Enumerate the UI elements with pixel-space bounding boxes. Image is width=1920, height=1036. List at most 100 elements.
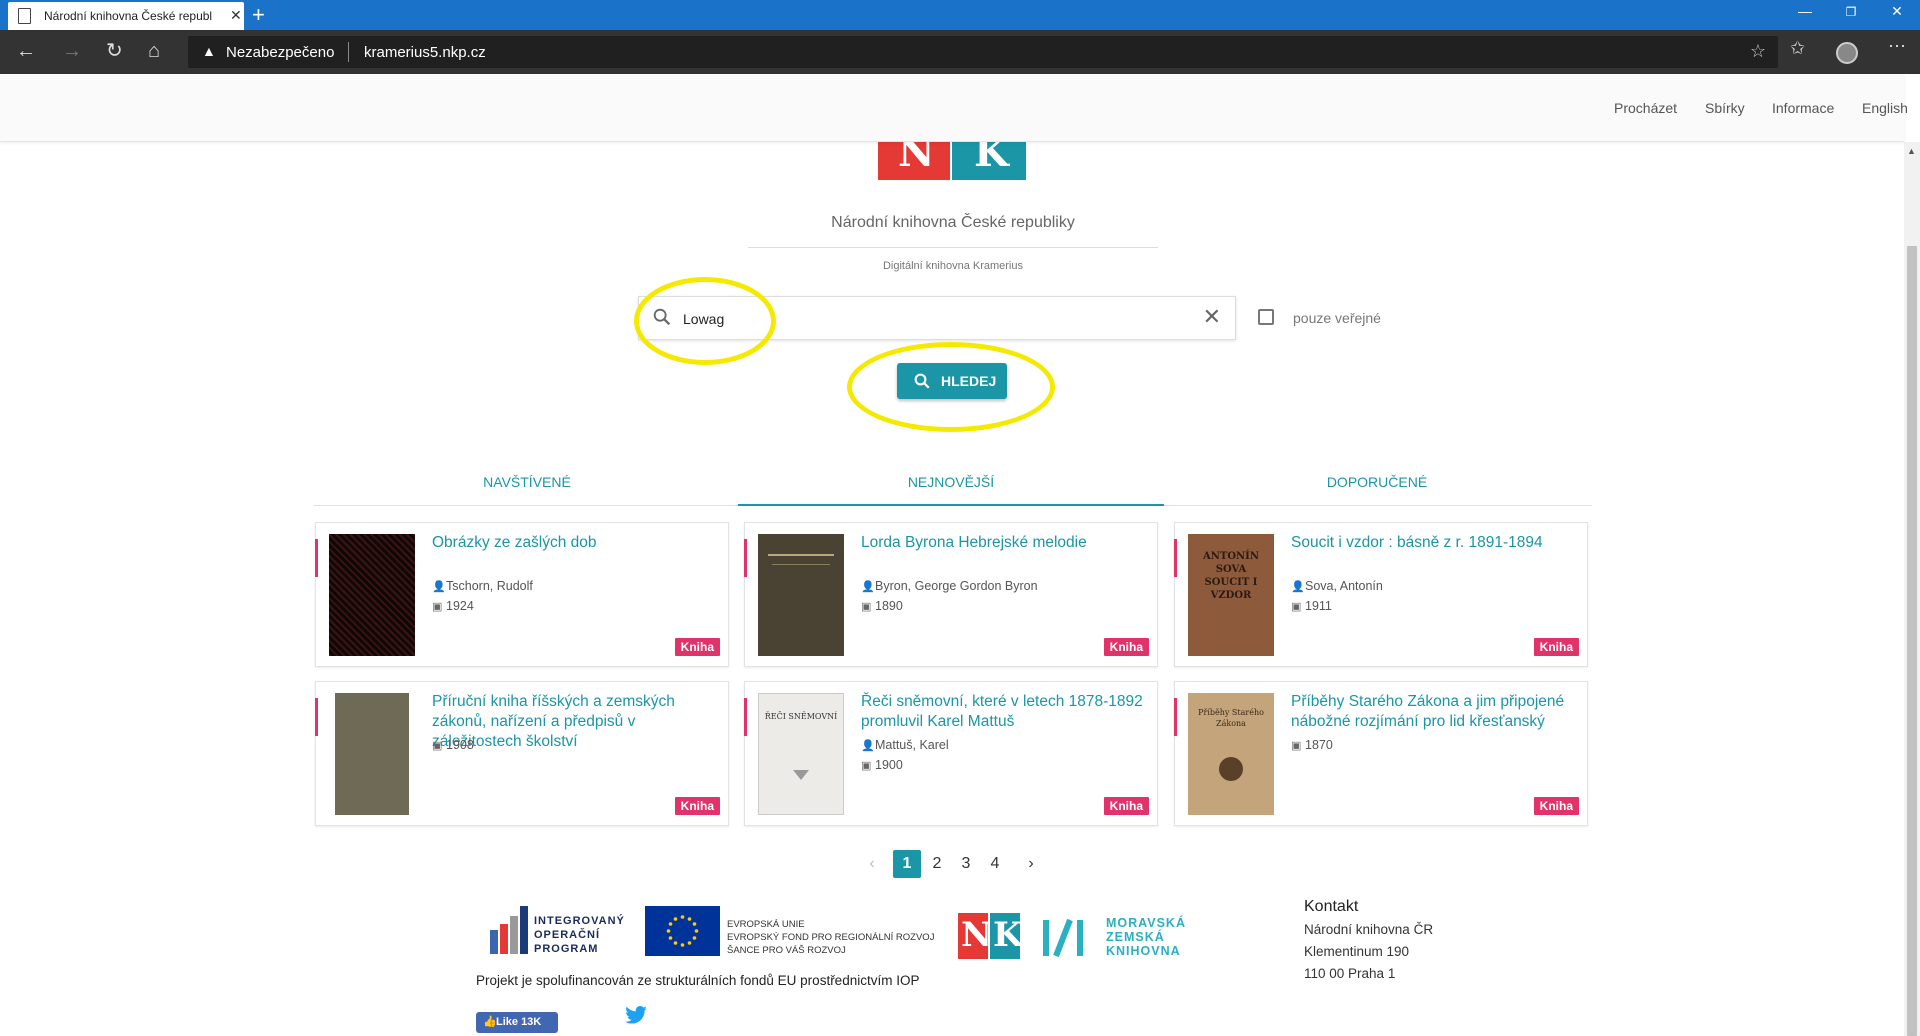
search-input[interactable] xyxy=(683,309,1183,329)
page-1[interactable]: 1 xyxy=(893,850,921,878)
book-year: ▣ 1911 xyxy=(1291,599,1332,613)
iop-logo-icon xyxy=(490,906,530,954)
book-type-badge: Kniha xyxy=(1533,638,1579,656)
cover-text: Příběhy Starého Zákona xyxy=(1198,708,1264,728)
book-cover[interactable]: ŘEČI SNĚMOVNÍ xyxy=(758,693,844,815)
calendar-icon: ▣ xyxy=(432,601,443,613)
year-text: 1900 xyxy=(875,758,903,772)
next-page-icon[interactable]: › xyxy=(1017,850,1045,878)
calendar-icon: ▣ xyxy=(1291,740,1302,752)
book-type-badge: Kniha xyxy=(1103,797,1149,815)
book-card[interactable]: Obrázky ze zašlých dob 👤Tschorn, Rudolf … xyxy=(315,522,729,667)
url-text[interactable]: kramerius5.nkp.cz xyxy=(364,44,486,61)
book-title[interactable]: Příběhy Starého Zákona a jim připojené n… xyxy=(1291,692,1581,732)
close-tab-icon[interactable]: ✕ xyxy=(230,7,242,24)
search-button[interactable]: HLEDEJ xyxy=(897,363,1007,399)
page-4[interactable]: 4 xyxy=(981,850,1009,878)
nav-informace[interactable]: Informace xyxy=(1772,100,1834,116)
search-icon xyxy=(651,306,673,333)
book-cover[interactable] xyxy=(335,693,409,815)
restore-icon[interactable]: ❐ xyxy=(1828,5,1874,19)
scrollbar-thumb[interactable] xyxy=(1907,246,1917,1036)
public-only-label[interactable]: pouze veřejné xyxy=(1293,310,1381,326)
contact-line: Klementinum 190 xyxy=(1304,944,1410,959)
close-window-icon[interactable]: ✕ xyxy=(1874,3,1920,20)
book-year: ▣ 1900 xyxy=(861,758,903,772)
card-accent xyxy=(1174,698,1177,736)
nav-sbirky[interactable]: Sbírky xyxy=(1705,100,1745,116)
facebook-like-label: Like 13K xyxy=(496,1016,542,1028)
book-title[interactable]: Obrázky ze zašlých dob xyxy=(432,533,722,553)
security-label: Nezabezpečeno xyxy=(226,44,335,61)
author-text: Tschorn, Rudolf xyxy=(446,579,533,593)
book-year: ▣ 1890 xyxy=(861,599,903,613)
profile-avatar[interactable] xyxy=(1836,42,1858,64)
book-author: 👤Tschorn, Rudolf xyxy=(432,579,533,593)
browser-tab[interactable]: Národní knihovna České republ ✕ xyxy=(8,2,244,30)
book-card[interactable]: ŘEČI SNĚMOVNÍ Řeči sněmovní, které v let… xyxy=(744,681,1158,826)
favorite-star-icon[interactable]: ☆ xyxy=(1750,41,1766,62)
nk-logo-teal[interactable]: K xyxy=(952,133,1026,180)
contact-title: Kontakt xyxy=(1304,898,1359,915)
url-bar[interactable]: ▲ Nezabezpečeno kramerius5.nkp.cz ☆ xyxy=(188,36,1778,68)
facebook-like-button[interactable]: 👍 Like 13K xyxy=(476,1012,558,1033)
nk-logo-red[interactable]: N xyxy=(878,133,950,180)
tab-nejnovejsi[interactable]: NEJNOVĚJŠÍ xyxy=(738,470,1164,506)
book-card[interactable]: Příruční kniha říšských a zemských zákon… xyxy=(315,681,729,826)
page-icon xyxy=(18,8,31,24)
book-card[interactable]: Příběhy Starého Zákona Příběhy Starého Z… xyxy=(1174,681,1588,826)
book-cover[interactable]: ANTONÍN SOVA SOUCIT I VZDOR xyxy=(1188,534,1274,656)
footer-logo-letter-k: K xyxy=(993,915,1023,955)
mzk-logo-icon xyxy=(1040,916,1096,958)
search-button-label: HLEDEJ xyxy=(941,373,997,389)
book-cover[interactable] xyxy=(758,534,844,656)
book-card[interactable]: ANTONÍN SOVA SOUCIT I VZDOR Soucit i vzd… xyxy=(1174,522,1588,667)
back-icon[interactable]: ← xyxy=(16,39,36,63)
book-author: 👤Byron, George Gordon Byron xyxy=(861,579,1038,593)
minimize-icon[interactable]: — xyxy=(1782,3,1828,19)
favorites-icon[interactable]: ✩ xyxy=(1790,38,1805,59)
public-only-checkbox[interactable] xyxy=(1258,309,1274,325)
scrollbar[interactable]: ▲ xyxy=(1904,142,1920,1036)
collection-tabs: NAVŠTÍVENÉ NEJNOVĚJŠÍ DOPORUČENÉ xyxy=(314,470,1592,506)
iop-line: OPERAČNÍ xyxy=(534,929,601,941)
project-funding-text: Projekt je spolufinancován ze strukturál… xyxy=(476,973,920,988)
eu-line: EVROPSKÁ UNIE xyxy=(727,919,805,930)
book-title[interactable]: Příruční kniha říšských a zemských zákon… xyxy=(432,692,722,752)
search-box[interactable]: ✕ xyxy=(638,296,1236,340)
book-type-badge: Kniha xyxy=(1103,638,1149,656)
twitter-icon[interactable] xyxy=(625,1006,647,1029)
new-tab-button[interactable]: + xyxy=(252,1,265,29)
card-accent xyxy=(744,698,747,736)
book-title[interactable]: Lorda Byrona Hebrejské melodie xyxy=(861,533,1151,553)
book-title[interactable]: Řeči sněmovní, které v letech 1878-1892 … xyxy=(861,692,1151,732)
person-icon: 👤 xyxy=(861,740,875,752)
book-cover[interactable]: Příběhy Starého Zákona xyxy=(1188,693,1274,815)
page-2[interactable]: 2 xyxy=(923,850,951,878)
nav-english[interactable]: English xyxy=(1862,100,1908,116)
clear-search-icon[interactable]: ✕ xyxy=(1203,305,1221,329)
page-3[interactable]: 3 xyxy=(952,850,980,878)
more-icon[interactable]: ⋯ xyxy=(1888,36,1906,57)
book-card[interactable]: Lorda Byrona Hebrejské melodie 👤Byron, G… xyxy=(744,522,1158,667)
book-type-badge: Kniha xyxy=(674,797,720,815)
refresh-icon[interactable]: ↻ xyxy=(106,39,123,63)
home-icon[interactable]: ⌂ xyxy=(148,39,160,63)
scroll-up-icon[interactable]: ▲ xyxy=(1907,146,1916,156)
thumbs-up-icon: 👍 xyxy=(483,1016,497,1028)
forward-icon[interactable]: → xyxy=(62,39,82,63)
book-author: 👤Sova, Antonín xyxy=(1291,579,1383,593)
author-text: Sova, Antonín xyxy=(1305,579,1383,593)
person-icon: 👤 xyxy=(1291,581,1305,593)
book-cover[interactable] xyxy=(329,534,415,656)
mzk-logo-text: MORAVSKÁ ZEMSKÁ KNIHOVNA xyxy=(1106,916,1186,958)
cover-line xyxy=(772,564,830,565)
year-text: 1908 xyxy=(446,738,474,752)
prev-page-icon[interactable]: ‹ xyxy=(858,850,886,878)
tab-navstivene[interactable]: NAVŠTÍVENÉ xyxy=(314,470,740,506)
nav-prochazet[interactable]: Procházet xyxy=(1614,100,1677,116)
card-accent xyxy=(744,539,747,577)
tab-doporucene[interactable]: DOPORUČENÉ xyxy=(1164,470,1590,506)
book-title[interactable]: Soucit i vzdor : básně z r. 1891-1894 xyxy=(1291,533,1581,553)
browser-tab-bar: Národní knihovna České republ ✕ + — ❐ ✕ xyxy=(0,0,1920,30)
